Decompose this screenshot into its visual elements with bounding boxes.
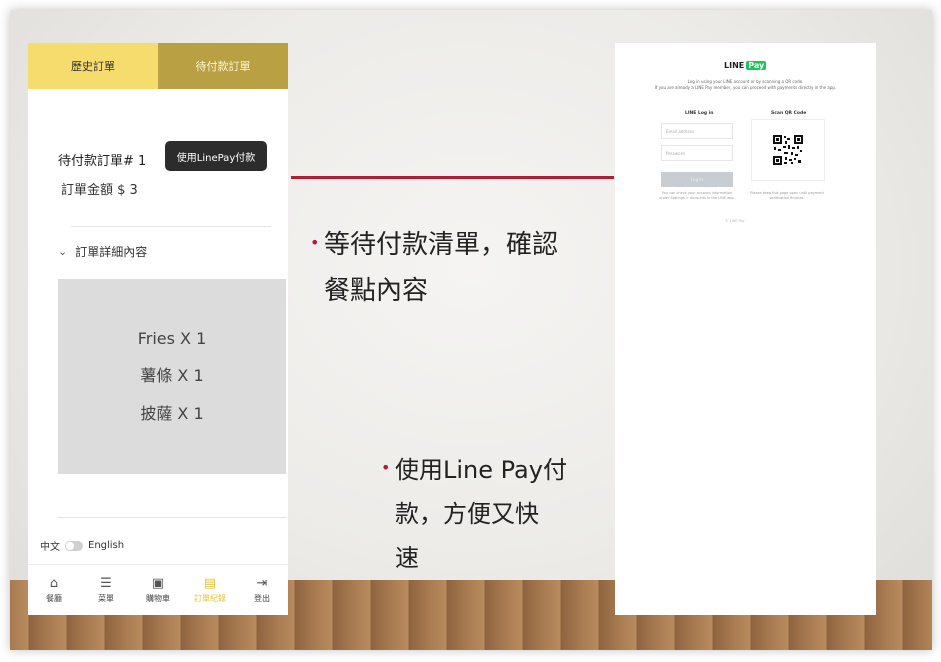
- linepay-logo: LINE Pay: [724, 61, 767, 70]
- bottom-navigation: ⌂ 餐廳 ☰ 菜單 ▣ 購物車 ▤ 訂單紀錄 ⇥ 登出: [28, 564, 288, 615]
- bullet-text: 速: [395, 544, 419, 572]
- chevron-down-icon: ⌄: [58, 245, 68, 258]
- bullet-point-1: • 等待付款清單，確認 餐點內容: [310, 222, 614, 314]
- tab-history-orders[interactable]: 歷史訂單: [28, 43, 158, 89]
- bullet-text: 使用Line Pay付: [395, 456, 567, 484]
- order-item: 薯條 X 1: [140, 366, 204, 385]
- login-note: You can check your account information u…: [659, 191, 735, 200]
- home-icon: ⌂: [49, 575, 59, 591]
- description-line: If you are already a LINE Pay member, yo…: [654, 85, 837, 90]
- logo-pay-text: Pay: [746, 61, 767, 70]
- nav-menu[interactable]: ☰ 菜單: [80, 565, 132, 615]
- qr-heading: Scan QR Code: [771, 111, 807, 116]
- nav-label: 登出: [254, 593, 270, 603]
- language-toggle[interactable]: [65, 540, 83, 551]
- order-details-label: 訂單詳細內容: [75, 245, 148, 259]
- nav-logout[interactable]: ⇥ 登出: [236, 565, 288, 615]
- bullet-text: 款，方便又快: [395, 500, 539, 528]
- nav-label: 菜單: [98, 593, 114, 603]
- nav-label: 餐廳: [46, 593, 62, 603]
- logo-line-text: LINE: [724, 61, 745, 70]
- order-details-toggle[interactable]: ⌄ 訂單詳細內容: [58, 243, 147, 260]
- nav-restaurant[interactable]: ⌂ 餐廳: [28, 565, 80, 615]
- bullet-text: 等待付款清單，確認: [324, 230, 559, 260]
- bullet-point-2: • 使用Line Pay付 款，方便又快 速: [381, 448, 615, 580]
- accent-line: [291, 176, 614, 179]
- order-item: 披薩 X 1: [140, 404, 204, 423]
- order-tabs: 歷史訂單 待付款訂單: [28, 43, 288, 89]
- bullet-dot: •: [310, 233, 320, 252]
- menu-icon: ☰: [100, 575, 112, 591]
- linepay-description: Log in using your LINE account or by sca…: [635, 79, 856, 91]
- language-english-label: English: [88, 540, 125, 551]
- order-item: Fries X 1: [137, 329, 207, 348]
- divider: [71, 226, 271, 227]
- nav-label: 訂單紀錄: [194, 593, 226, 603]
- linepay-button[interactable]: 使用LinePay付款: [165, 141, 267, 171]
- tab-pending-orders[interactable]: 待付款訂單: [158, 43, 288, 89]
- login-button[interactable]: Log in: [661, 172, 733, 187]
- password-field[interactable]: Password: [661, 145, 733, 161]
- email-field[interactable]: Email address: [661, 123, 733, 139]
- nav-label: 購物車: [146, 593, 170, 603]
- cart-icon: ▣: [151, 575, 165, 591]
- pending-order-title: 待付款訂單# 1: [58, 154, 147, 169]
- nav-cart[interactable]: ▣ 購物車: [132, 565, 184, 615]
- ordering-app-screen: 歷史訂單 待付款訂單 待付款訂單# 1 訂單金額 $ 3 使用LinePay付款…: [28, 43, 288, 615]
- order-record-icon: ▤: [203, 575, 217, 591]
- qr-code-panel: [751, 119, 825, 181]
- nav-order-records[interactable]: ▤ 訂單紀錄: [184, 565, 236, 615]
- presentation-slide: 歷史訂單 待付款訂單 待付款訂單# 1 訂單金額 $ 3 使用LinePay付款…: [10, 10, 932, 650]
- language-switch: 中文 English: [40, 538, 124, 553]
- bullet-text: 餐點內容: [324, 276, 429, 306]
- order-amount: 訂單金額 $ 3: [61, 183, 138, 198]
- divider: [58, 517, 286, 518]
- qr-code-icon: [773, 135, 803, 165]
- login-heading: LINE Log in: [685, 111, 714, 116]
- linepay-footer: © LINE Pay: [725, 219, 745, 223]
- qr-note: Please keep this page open until payment…: [750, 191, 824, 200]
- language-chinese-label: 中文: [40, 542, 60, 553]
- logout-icon: ⇥: [256, 575, 268, 591]
- order-items-box: Fries X 1 薯條 X 1 披薩 X 1: [58, 279, 286, 474]
- linepay-login-screen: LINE Pay Log in using your LINE account …: [615, 43, 876, 615]
- bullet-dot: •: [381, 458, 391, 477]
